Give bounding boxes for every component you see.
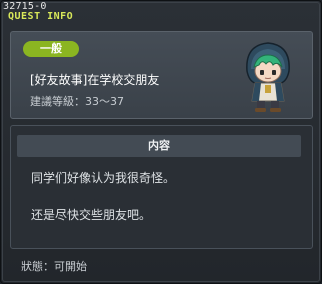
quest-status: 狀態：可開始 — [21, 260, 87, 273]
npc-portrait-icon — [246, 42, 290, 112]
content-line: 同学们好像认为我很奇怪。 — [31, 171, 176, 185]
quest-info-window: 32715-0 QUEST INFO 一般 [好友故事]在学校交朋友 建議等級：… — [0, 0, 322, 284]
quest-category-badge: 一般 — [23, 41, 79, 57]
window-title: QUEST INFO — [8, 11, 74, 22]
content-heading: 内容 — [17, 135, 301, 157]
content-line: 还是尽快交些朋友吧。 — [31, 208, 152, 222]
quest-name: [好友故事]在学校交朋友 — [30, 73, 160, 87]
recommended-level: 建議等級：33～37 — [30, 95, 124, 108]
